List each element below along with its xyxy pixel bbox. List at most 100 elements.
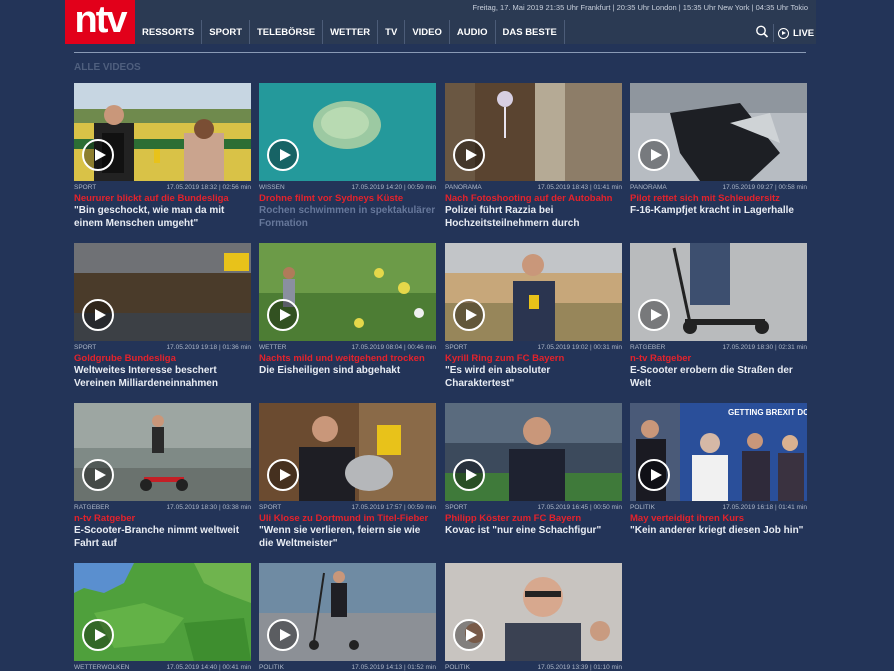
video-kicker[interactable]: Pilot rettet sich mit Schleudersitz bbox=[630, 193, 807, 205]
video-headline[interactable]: Rochen schwimmen in spektakulärer Format… bbox=[259, 205, 436, 230]
video-thumbnail[interactable] bbox=[445, 563, 622, 661]
ntv-logo[interactable]: ntv bbox=[65, 0, 135, 44]
video-card[interactable]: GETTING BREXIT DONE IN THE NATIONAL INT … bbox=[630, 403, 807, 538]
video-thumbnail[interactable] bbox=[74, 243, 251, 341]
video-card[interactable]: RATGEBER 17.05.2019 18:30 | 03:38 min n-t… bbox=[74, 403, 251, 550]
video-kicker[interactable]: Philipp Köster zum FC Bayern bbox=[445, 513, 622, 525]
video-thumbnail[interactable] bbox=[630, 83, 807, 181]
video-category: SPORT bbox=[445, 344, 468, 351]
video-thumbnail[interactable] bbox=[259, 563, 436, 661]
play-icon[interactable] bbox=[453, 459, 485, 491]
video-kicker[interactable]: Goldgrube Bundesliga bbox=[74, 353, 251, 365]
nav-sport[interactable]: SPORT bbox=[202, 20, 250, 44]
video-card[interactable]: POLITIK 17.05.2019 14:13 | 01:52 min bbox=[259, 563, 436, 671]
live-button[interactable]: LIVE bbox=[778, 24, 814, 42]
video-card[interactable]: SPORT 17.05.2019 16:45 | 00:50 min Philip… bbox=[445, 403, 622, 538]
video-kicker[interactable]: Uli Klose zu Dortmund im Titel-Fieber bbox=[259, 513, 436, 525]
video-kicker[interactable]: n-tv Ratgeber bbox=[630, 353, 807, 365]
video-date-duration: 17.05.2019 16:18 | 01:41 min bbox=[722, 504, 807, 511]
video-date-duration: 17.05.2019 18:30 | 02:31 min bbox=[722, 344, 807, 351]
play-icon[interactable] bbox=[267, 299, 299, 331]
video-card[interactable]: WETTERWOLKEN 17.05.2019 14:40 | 00:41 min bbox=[74, 563, 251, 671]
play-icon[interactable] bbox=[267, 139, 299, 171]
play-icon[interactable] bbox=[453, 139, 485, 171]
video-thumbnail[interactable] bbox=[259, 403, 436, 501]
video-card[interactable]: SPORT 17.05.2019 19:02 | 00:31 min Kyrill… bbox=[445, 243, 622, 390]
nav-teleboerse[interactable]: TELEBÖRSE bbox=[250, 20, 324, 44]
play-icon[interactable] bbox=[267, 619, 299, 651]
video-kicker[interactable]: n-tv Ratgeber bbox=[74, 513, 251, 525]
video-card[interactable]: RATGEBER 17.05.2019 18:30 | 02:31 min n-t… bbox=[630, 243, 807, 390]
video-card[interactable]: SPORT 17.05.2019 18:32 | 02:56 min Neurur… bbox=[74, 83, 251, 230]
video-headline[interactable]: Die Eisheiligen sind abgehakt bbox=[259, 365, 436, 378]
video-card[interactable]: SPORT 17.05.2019 19:18 | 01:36 min Goldgr… bbox=[74, 243, 251, 390]
play-icon[interactable] bbox=[453, 619, 485, 651]
video-date-duration: 17.05.2019 13:39 | 01:10 min bbox=[537, 664, 622, 671]
video-headline[interactable]: E-Scooter erobern die Straßen der Welt bbox=[630, 365, 807, 390]
play-icon[interactable] bbox=[82, 139, 114, 171]
nav-wetter[interactable]: WETTER bbox=[323, 20, 379, 44]
live-label: LIVE bbox=[793, 27, 815, 39]
video-category: WETTER bbox=[259, 344, 287, 351]
video-headline[interactable]: "Es wird ein absoluter Charaktertest" bbox=[445, 365, 622, 390]
video-headline[interactable]: "Kein anderer kriegt diesen Job hin" bbox=[630, 525, 807, 538]
video-headline[interactable]: Weltweites Interesse beschert Vereinen M… bbox=[74, 365, 251, 390]
nav-das-beste[interactable]: DAS BESTE bbox=[496, 20, 565, 44]
video-card[interactable]: SPORT 17.05.2019 17:57 | 00:59 min Uli Kl… bbox=[259, 403, 436, 550]
play-icon[interactable] bbox=[82, 619, 114, 651]
video-category: PANORAMA bbox=[445, 184, 482, 191]
video-category: SPORT bbox=[445, 504, 468, 511]
play-icon[interactable] bbox=[82, 459, 114, 491]
video-category: SPORT bbox=[259, 504, 282, 511]
video-category: WISSEN bbox=[259, 184, 285, 191]
video-kicker[interactable]: Nach Fotoshooting auf der Autobahn bbox=[445, 193, 622, 205]
search-icon[interactable] bbox=[753, 23, 771, 41]
video-kicker[interactable]: Drohne filmt vor Sydneys Küste bbox=[259, 193, 436, 205]
video-thumbnail[interactable] bbox=[259, 243, 436, 341]
video-card[interactable]: POLITIK 17.05.2019 13:39 | 01:10 min bbox=[445, 563, 622, 671]
video-thumbnail[interactable]: GETTING BREXIT DONE IN THE NATIONAL INT bbox=[630, 403, 807, 501]
video-headline[interactable]: "Bin geschockt, wie man da mit einem Men… bbox=[74, 205, 251, 230]
video-kicker[interactable]: Nachts mild und weitgehend trocken bbox=[259, 353, 436, 365]
play-icon[interactable] bbox=[267, 459, 299, 491]
video-headline[interactable]: E-Scooter-Branche nimmt weltweit Fahrt a… bbox=[74, 525, 251, 550]
video-headline[interactable]: Kovac ist "nur eine Schachfigur" bbox=[445, 525, 622, 538]
video-thumbnail[interactable] bbox=[259, 83, 436, 181]
video-thumbnail[interactable] bbox=[445, 243, 622, 341]
video-thumbnail[interactable] bbox=[445, 403, 622, 501]
video-thumbnail[interactable] bbox=[74, 563, 251, 661]
video-thumbnail[interactable] bbox=[74, 403, 251, 501]
header-divider bbox=[773, 24, 774, 42]
play-icon[interactable] bbox=[638, 139, 670, 171]
nav-audio[interactable]: AUDIO bbox=[450, 20, 496, 44]
video-card[interactable]: WISSEN 17.05.2019 14:20 | 00:59 min Drohn… bbox=[259, 83, 436, 230]
video-kicker[interactable]: Neururer blickt auf die Bundesliga bbox=[74, 193, 251, 205]
video-thumbnail[interactable] bbox=[74, 83, 251, 181]
video-headline[interactable]: F-16-Kampfjet kracht in Lagerhalle bbox=[630, 205, 807, 218]
video-card[interactable]: PANORAMA 17.05.2019 18:43 | 01:41 min Nac… bbox=[445, 83, 622, 230]
video-category: POLITIK bbox=[630, 504, 655, 511]
nav-ressorts[interactable]: RESSORTS bbox=[135, 20, 203, 44]
video-thumbnail[interactable] bbox=[630, 243, 807, 341]
video-card[interactable]: PANORAMA 17.05.2019 09:27 | 00:58 min Pil… bbox=[630, 83, 807, 218]
video-category: SPORT bbox=[74, 344, 97, 351]
video-headline[interactable]: "Wenn sie verlieren, feiern sie wie die … bbox=[259, 525, 436, 550]
play-icon[interactable] bbox=[82, 299, 114, 331]
nav-video[interactable]: VIDEO bbox=[405, 20, 450, 44]
video-category: POLITIK bbox=[445, 664, 470, 671]
video-card[interactable]: WETTER 17.05.2019 08:04 | 00:46 min Nacht… bbox=[259, 243, 436, 378]
video-headline[interactable]: Polizei führt Razzia bei Hochzeitsteilne… bbox=[445, 205, 622, 230]
video-kicker[interactable]: May verteidigt ihren Kurs bbox=[630, 513, 807, 525]
play-icon[interactable] bbox=[453, 299, 485, 331]
video-date-duration: 17.05.2019 18:43 | 01:41 min bbox=[537, 184, 622, 191]
video-kicker[interactable]: Kyrill Ring zum FC Bayern bbox=[445, 353, 622, 365]
video-date-duration: 17.05.2019 09:27 | 00:58 min bbox=[722, 184, 807, 191]
nav-tv[interactable]: TV bbox=[378, 20, 406, 44]
play-icon[interactable] bbox=[638, 299, 670, 331]
video-date-duration: 17.05.2019 18:32 | 02:56 min bbox=[166, 184, 251, 191]
video-date-duration: 17.05.2019 14:20 | 00:59 min bbox=[351, 184, 436, 191]
play-icon[interactable] bbox=[638, 459, 670, 491]
video-thumbnail[interactable] bbox=[445, 83, 622, 181]
video-date-duration: 17.05.2019 17:57 | 00:59 min bbox=[351, 504, 436, 511]
video-category: WETTERWOLKEN bbox=[74, 664, 130, 671]
